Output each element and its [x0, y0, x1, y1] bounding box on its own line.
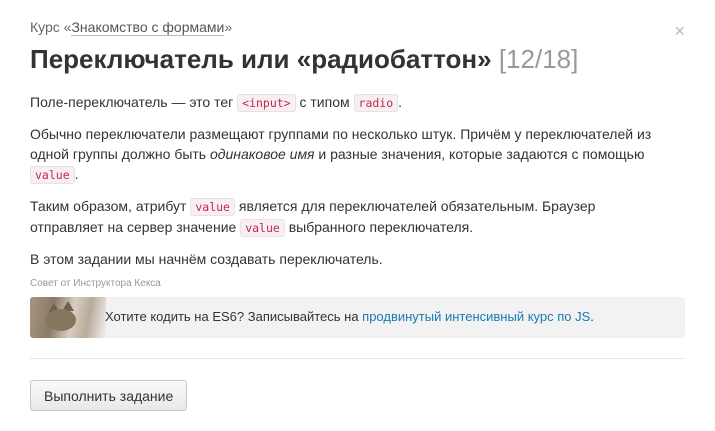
- close-icon[interactable]: ×: [674, 22, 685, 40]
- tip-label: Совет от Инструктора Кекса: [30, 278, 161, 289]
- paragraph-3: Таким образом, атрибут value является дл…: [30, 196, 670, 238]
- breadcrumb: Курс «Знакомство с формами»: [30, 19, 233, 36]
- text: .: [590, 309, 594, 324]
- text: с типом: [295, 94, 354, 110]
- cat-head: [46, 309, 76, 331]
- paragraph-4: В этом задании мы начнём создавать перек…: [30, 251, 383, 267]
- submit-task-button[interactable]: Выполнить задание: [30, 380, 188, 411]
- code-value: value: [240, 219, 285, 237]
- code-value: value: [190, 198, 235, 216]
- text: .: [398, 94, 403, 110]
- task-modal: Курс «Знакомство с формами» × Переключат…: [0, 0, 715, 431]
- tip-banner: Хотите кодить на ES6? Записывайтесь на п…: [30, 297, 685, 338]
- text: выбранного переключателя.: [284, 219, 474, 235]
- task-counter: [12/18]: [498, 44, 579, 74]
- paragraph-2: Обычно переключатели размещают группами …: [30, 124, 670, 185]
- task-description: Поле-переключатель — это тег <input> с т…: [30, 92, 670, 280]
- breadcrumb-prefix: Курс «: [30, 19, 72, 35]
- code-input-tag: <input>: [237, 94, 296, 112]
- text: Хотите кодить на ES6? Записывайтесь на: [105, 309, 363, 324]
- text: и разные значения, которые задаются с по…: [314, 146, 645, 162]
- course-promo-link[interactable]: продвинутый интенсивный курс по JS: [362, 309, 590, 324]
- divider: [30, 358, 685, 359]
- paragraph-1: Поле-переключатель — это тег <input> с т…: [30, 92, 670, 113]
- emphasis: одинаковое имя: [210, 146, 315, 162]
- text: .: [74, 166, 79, 182]
- breadcrumb-suffix: »: [224, 19, 233, 35]
- cat-avatar: [30, 297, 106, 338]
- tip-text: Хотите кодить на ES6? Записывайтесь на п…: [105, 309, 594, 324]
- text: Поле-переключатель — это тег: [30, 94, 238, 110]
- code-radio: radio: [353, 94, 399, 112]
- page-title: Переключатель или «радиобаттон» [12/18]: [30, 44, 578, 75]
- title-text: Переключатель или «радиобаттон»: [30, 44, 492, 74]
- text: Таким образом, атрибут: [30, 198, 191, 214]
- course-link[interactable]: Знакомство с формами: [71, 19, 225, 36]
- code-value: value: [30, 166, 75, 184]
